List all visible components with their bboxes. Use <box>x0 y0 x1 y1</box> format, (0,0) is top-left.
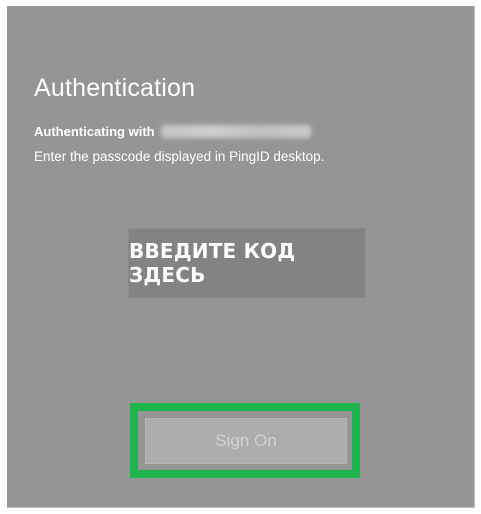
redacted-device-name <box>161 125 312 138</box>
sign-on-button[interactable]: Sign On <box>145 418 347 464</box>
page-title: Authentication <box>34 74 196 102</box>
authenticating-with-label: Authenticating with <box>34 124 155 139</box>
instructions-text: Enter the passcode displayed in PingID d… <box>34 149 325 164</box>
passcode-overlay-text: ВВЕДИТЕ КОД ЗДЕСЬ <box>129 239 296 287</box>
passcode-input[interactable]: ВВЕДИТЕ КОД ЗДЕСЬ <box>128 228 366 298</box>
auth-panel: Authentication Authenticating with Enter… <box>7 6 475 508</box>
authenticating-with-line: Authenticating with <box>34 124 312 139</box>
